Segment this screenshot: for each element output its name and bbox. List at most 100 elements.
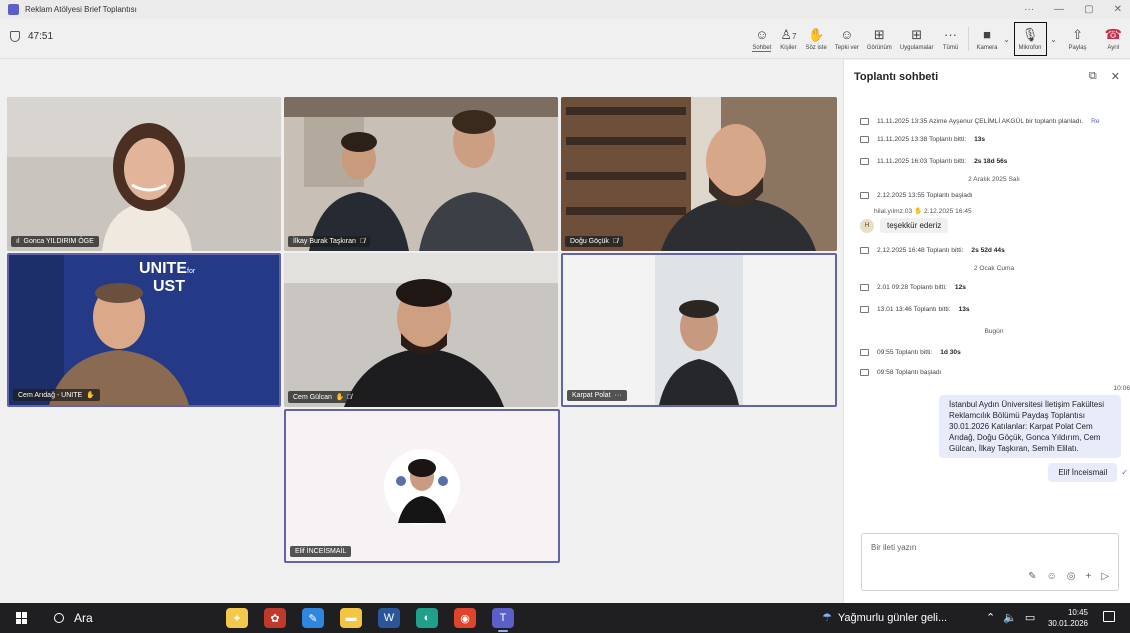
camera-options-button[interactable]: ⌄ <box>1002 19 1012 59</box>
participant-name-tag: Cem Arıdağ - UNITE ✋ <box>13 389 100 401</box>
react-button[interactable]: ☺ Tepki ver <box>831 19 863 59</box>
add-icon[interactable]: + <box>1085 571 1091 582</box>
incoming-message: Hteşekkür ederiz <box>860 218 949 233</box>
notification-icon[interactable] <box>1103 611 1115 622</box>
mic-button[interactable]: 🎙 Mikrofon <box>1013 22 1047 56</box>
video-feed <box>7 97 281 251</box>
chat-event-text: 11.11.2025 13:38 Toplantı bitti: <box>877 135 967 143</box>
compose-box[interactable]: Bir ileti yazın ✎ ☺ ◎ + ▷ <box>861 533 1119 591</box>
view-button[interactable]: ⊞ Görünüm <box>863 19 896 59</box>
chat-event: 2.12.2025 13:55 Toplantı başladı <box>860 190 1128 200</box>
camera-icon: ■ <box>983 27 991 42</box>
chat-event-text: 11.11.2025 16:03 Toplantı bitti: <box>877 157 967 165</box>
participant-tile-gonca[interactable]: ıl Gonca YILDIRIM ÖGE <box>7 97 281 251</box>
share-icon: ⇧ <box>1072 27 1083 42</box>
leave-button[interactable]: ☎ Ayrıl <box>1097 19 1130 59</box>
window-more-icon[interactable]: ··· <box>1024 4 1034 15</box>
chat-event: 11.11.2025 16:03 Toplantı bitti: 2s 18d … <box>860 156 1128 166</box>
chat-panel: Toplantı sohbeti ⧉ ✕ 11.11.2025 13:35 Az… <box>843 60 1130 603</box>
taskbar-app-app-1-icon[interactable]: ✿ <box>264 608 286 628</box>
participant-tile-karpat[interactable]: Karpat Polat ··· <box>561 253 837 407</box>
format-icon[interactable]: ✎ <box>1028 571 1036 582</box>
outgoing-message: Elif İnceismail <box>1048 463 1118 482</box>
emoji-icon: ☺ <box>840 27 854 42</box>
taskbar-app-copilot-icon[interactable]: ✦ <box>226 608 248 628</box>
chat-event-link[interactable]: Re <box>1091 118 1099 125</box>
chevron-up-icon[interactable]: ⌃ <box>986 611 995 624</box>
weather-widget[interactable]: ☂ Yağmurlu günler geli... <box>822 611 947 625</box>
calendar-icon <box>860 368 869 376</box>
chat-event-duration: 1d 30s <box>940 348 961 356</box>
message-sender-meta: hilal.yılmz.03 ✋ 2.12.2025 16:45 <box>874 208 972 215</box>
send-icon[interactable]: ▷ <box>1101 571 1109 582</box>
mic-options-button[interactable]: ⌄ <box>1049 19 1059 59</box>
participant-tile-elif[interactable]: Elif İNCEİSMAİL <box>284 409 560 563</box>
calendar-icon <box>860 117 869 125</box>
volume-icon[interactable]: 🔈 <box>1003 611 1017 624</box>
video-feed <box>284 97 558 251</box>
more-button[interactable]: ··· Tümü <box>938 19 964 59</box>
toolbar-divider <box>967 27 969 51</box>
loop-icon[interactable]: ◎ <box>1067 571 1076 582</box>
taskbar-app-word-icon[interactable]: W <box>378 608 400 628</box>
chat-event-duration: 2s 52d 44s <box>971 246 1005 254</box>
taskbar-app-explorer-icon[interactable]: ▬ <box>340 608 362 628</box>
day-divider: Bugün <box>984 328 1004 335</box>
window-title: Reklam Atölyesi Brief Toplantısı <box>25 5 137 14</box>
taskbar-app-teams-icon[interactable]: T <box>492 608 514 632</box>
chat-event-duration: 13s <box>958 305 970 313</box>
compose-actions: ✎ ☺ ◎ + ▷ <box>1028 571 1109 582</box>
window-controls: ··· — ▢ ✕ <box>1024 0 1122 19</box>
muted-mic-icon: 🎙̸ <box>359 238 366 245</box>
maximize-icon[interactable]: ▢ <box>1084 4 1093 15</box>
calendar-icon <box>860 305 869 313</box>
message-time: 10:06 <box>1113 385 1130 392</box>
chat-event-text: 09:58 Toplantı başladı <box>877 368 942 376</box>
chat-event: 09:55 Toplantı bitti: 1d 30s <box>860 347 1128 357</box>
muted-mic-icon: 🎙̸ <box>612 238 619 245</box>
pop-out-icon[interactable]: ⧉ <box>1089 70 1097 83</box>
more-options-icon[interactable]: ··· <box>615 392 622 399</box>
search-icon <box>54 613 64 623</box>
taskbar-app-edge-icon[interactable]: ◐ <box>416 608 438 628</box>
avatar: H <box>860 218 874 233</box>
calendar-icon <box>860 246 869 254</box>
windows-start-icon[interactable] <box>16 612 28 624</box>
teams-logo-icon <box>8 4 19 15</box>
raised-hand-muted-icon: ✋ 🎙̸ <box>335 394 352 401</box>
shield-icon <box>10 31 20 42</box>
participant-name-tag: İlkay Burak Taşkıran 🎙̸ <box>288 236 371 247</box>
share-button[interactable]: ⇧ Paylaş <box>1059 19 1097 59</box>
taskbar-app-chrome-icon[interactable]: ◉ <box>454 608 476 628</box>
umbrella-icon: ☂ <box>822 612 832 624</box>
video-feed <box>563 255 835 405</box>
day-divider: 2 Aralık 2025 Salı <box>968 176 1020 183</box>
taskbar-clock[interactable]: 10:45 30.01.2026 <box>1046 607 1088 629</box>
chat-button[interactable]: ☺ Sohbet <box>748 19 775 59</box>
close-window-icon[interactable]: ✕ <box>1114 4 1122 15</box>
calendar-icon <box>860 157 869 165</box>
taskbar-app-app-2-icon[interactable]: ✎ <box>302 608 324 628</box>
chat-panel-actions: ⧉ ✕ <box>1089 70 1120 83</box>
participant-tile-cem-gulcan[interactable]: Cem Gülcan ✋ 🎙̸ <box>284 253 558 407</box>
compose-placeholder: Bir ileti yazın <box>871 543 917 552</box>
battery-icon[interactable]: ▭ <box>1025 611 1035 624</box>
emoji-icon[interactable]: ☺ <box>1047 571 1057 582</box>
signal-icon: ıl <box>16 238 20 245</box>
participant-tile-cem-aridag[interactable]: UNITEfor UST Cem Arıdağ - UNITE ✋ <box>7 253 281 407</box>
outgoing-message-row: Elif İnceismail ✓ <box>860 463 1128 482</box>
raise-hand-button[interactable]: ✋ Söz iste <box>801 19 830 59</box>
close-icon[interactable]: ✕ <box>1111 70 1120 83</box>
minimize-icon[interactable]: — <box>1054 4 1064 15</box>
participant-tile-dogu[interactable]: Doğu Göçük 🎙̸ <box>561 97 837 251</box>
chat-event: 2.01 09:28 Toplantı bitti: 12s <box>860 282 1128 292</box>
taskbar-apps: ✦ ✿ ✎ ▬ W ◐ ◉ T <box>226 608 514 632</box>
chat-event-duration: 2s 18d 56s <box>974 157 1008 165</box>
people-button[interactable]: ♙7 Kişiler <box>775 19 801 59</box>
taskbar-search[interactable]: Ara <box>54 611 93 625</box>
participant-tile-ilkay[interactable]: İlkay Burak Taşkıran 🎙̸ <box>284 97 558 251</box>
participant-name-tag: Karpat Polat ··· <box>567 390 627 401</box>
apps-button[interactable]: ⊞ Uygulamalar <box>896 19 938 59</box>
participant-name-tag: ıl Gonca YILDIRIM ÖGE <box>11 236 99 247</box>
camera-button[interactable]: ■ Kamera <box>973 19 1002 59</box>
